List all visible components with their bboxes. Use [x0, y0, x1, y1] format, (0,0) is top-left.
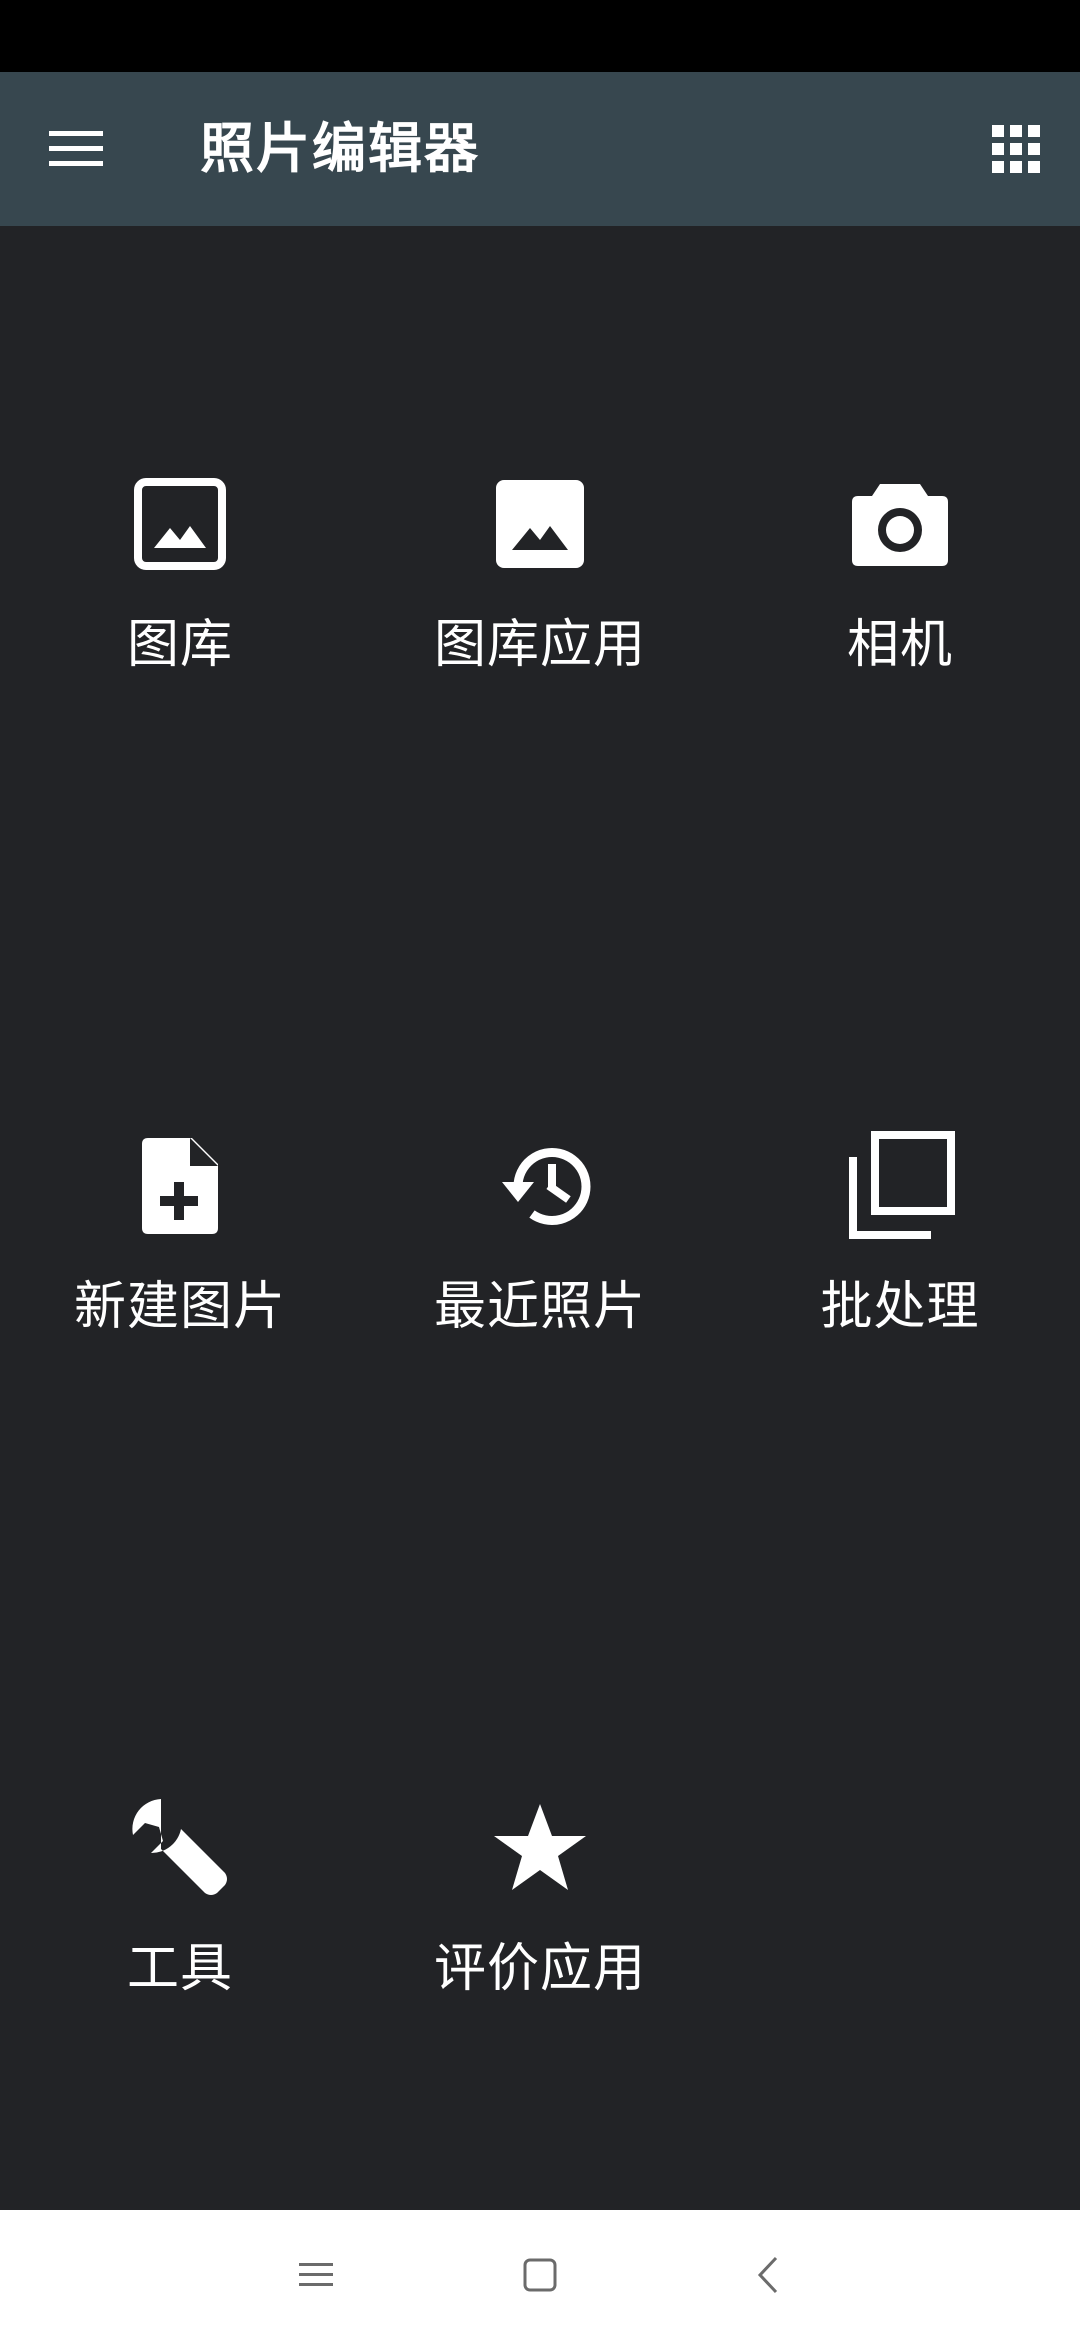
gallery-label: 图库	[126, 615, 233, 675]
recents-icon	[299, 2263, 333, 2286]
image-filled-icon	[496, 480, 584, 568]
gallery-item[interactable]: 图库	[0, 434, 360, 734]
main-menu-grid: 图库 图库应用 相机 新建图片 最近照片 批处理 工具 评价应用	[0, 226, 1080, 2210]
camera-icon	[852, 484, 948, 566]
new-image-item[interactable]: 新建图片	[0, 1096, 360, 1396]
recent-photos-label: 最近照片	[433, 1277, 646, 1337]
home-button[interactable]	[510, 2245, 570, 2305]
gallery-app-item[interactable]: 图库应用	[360, 434, 720, 734]
rate-app-label: 评价应用	[433, 1939, 646, 1999]
gallery-app-label: 图库应用	[433, 615, 646, 675]
recents-button[interactable]	[286, 2245, 346, 2305]
app-bar: 照片编辑器	[0, 72, 1080, 226]
status-bar	[0, 0, 1080, 72]
system-nav-bar	[0, 2210, 1080, 2340]
star-icon	[494, 1804, 586, 1890]
new-image-label: 新建图片	[73, 1277, 286, 1337]
back-icon	[757, 2256, 778, 2294]
batch-process-item[interactable]: 批处理	[720, 1096, 1080, 1396]
grid-apps-icon	[992, 125, 1040, 173]
wrench-icon	[132, 1799, 227, 1895]
image-outline-icon	[134, 478, 226, 570]
history-icon	[502, 1148, 591, 1225]
menu-button[interactable]	[44, 119, 108, 179]
new-file-icon	[142, 1138, 218, 1234]
home-icon	[523, 2258, 557, 2292]
filter-none-icon	[849, 1131, 955, 1239]
apps-grid-button[interactable]	[984, 117, 1048, 181]
recent-photos-item[interactable]: 最近照片	[360, 1096, 720, 1396]
camera-label: 相机	[846, 615, 953, 675]
rate-app-item[interactable]: 评价应用	[360, 1758, 720, 2058]
app-title: 照片编辑器	[200, 117, 480, 180]
batch-process-label: 批处理	[820, 1277, 980, 1337]
tools-label: 工具	[126, 1939, 233, 1999]
hamburger-menu-icon	[49, 131, 103, 166]
camera-item[interactable]: 相机	[720, 434, 1080, 734]
back-button[interactable]	[738, 2245, 798, 2305]
tools-item[interactable]: 工具	[0, 1758, 360, 2058]
